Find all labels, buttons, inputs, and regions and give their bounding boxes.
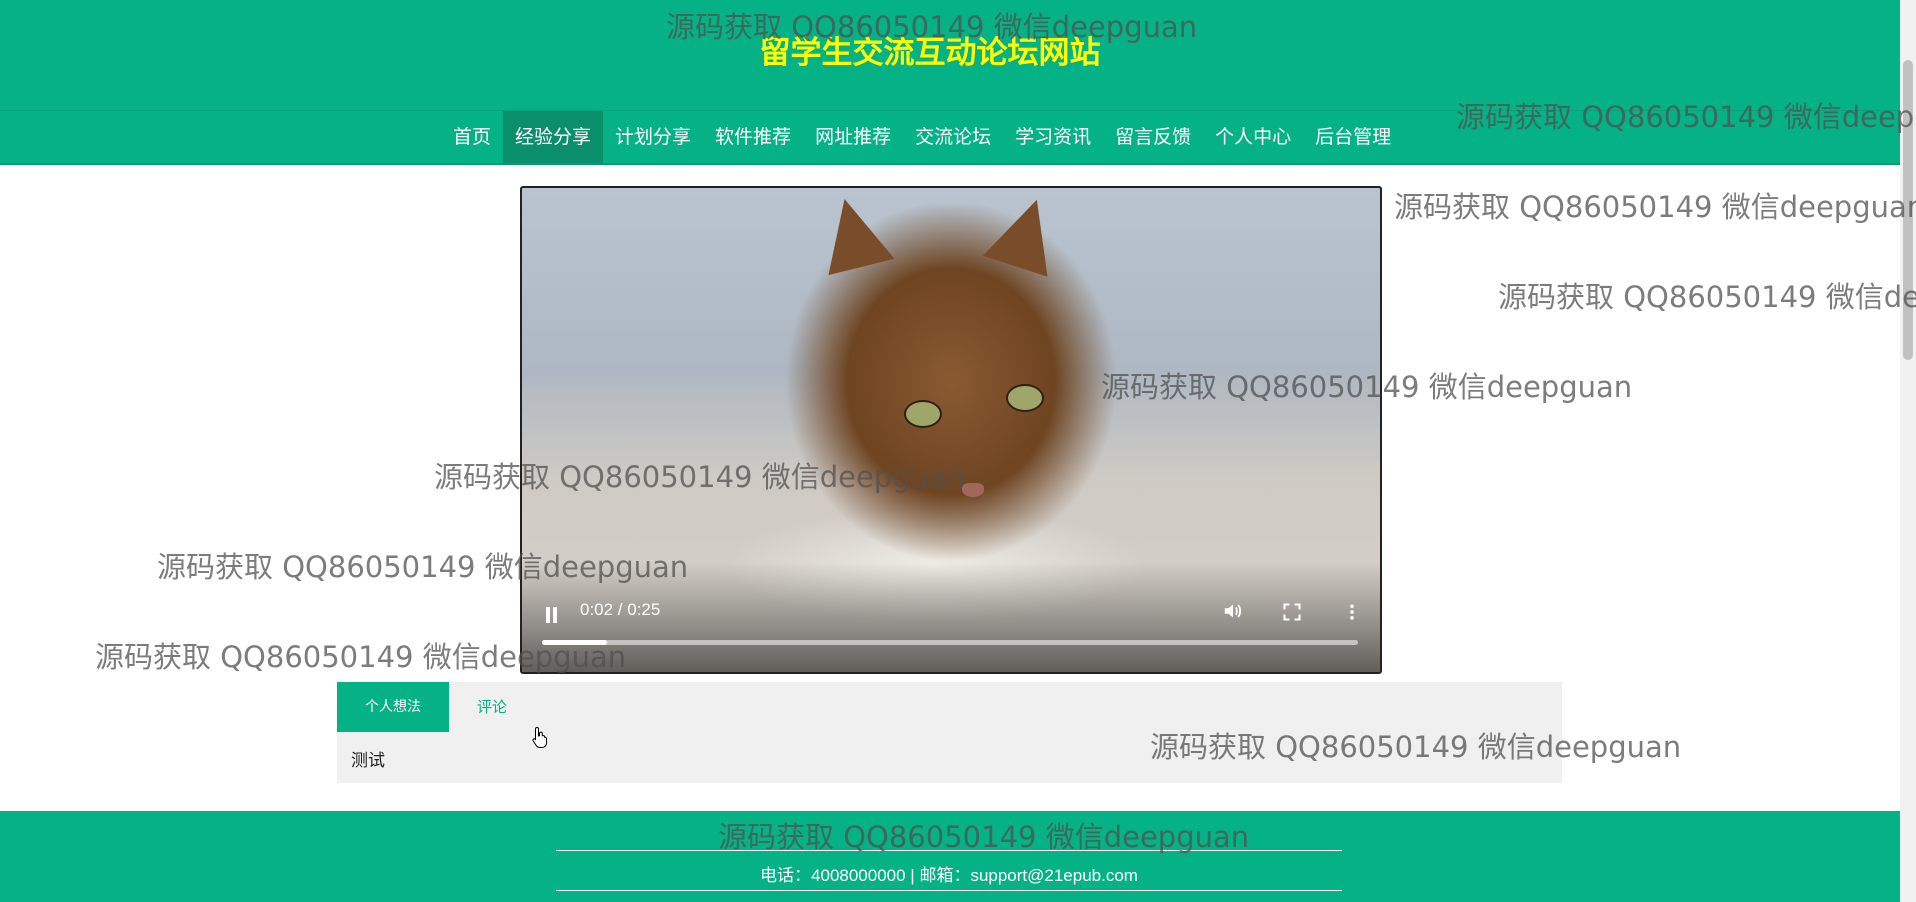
watermark: 源码获取 QQ86050149 微信deepguan (1394, 190, 1916, 224)
volume-icon[interactable] (1218, 600, 1248, 630)
scrollbar-thumb[interactable] (1903, 60, 1913, 360)
hand-cursor-icon (532, 726, 547, 748)
video-time: 0:02 / 0:25 (580, 600, 661, 619)
nav-item-forum[interactable]: 交流论坛 (903, 111, 1003, 163)
tab-bar: 个人想法 评论 (337, 682, 535, 732)
cat-nose (962, 483, 984, 497)
nav-item-home[interactable]: 首页 (441, 111, 503, 163)
nav-item-plan-share[interactable]: 计划分享 (603, 111, 703, 163)
cat-ear-right (982, 189, 1070, 277)
footer-divider-top (556, 850, 1342, 851)
cat-eye-right (1006, 384, 1044, 412)
video-progress-bar[interactable] (542, 640, 1358, 645)
nav-item-feedback[interactable]: 留言反馈 (1103, 111, 1203, 163)
tab-content-text: 测试 (351, 751, 385, 771)
tab-personal-thoughts[interactable]: 个人想法 (337, 682, 449, 732)
site-footer: 电话：4008000000 | 邮箱：support@21epub.com (0, 811, 1900, 902)
nav-item-website-recommend[interactable]: 网址推荐 (803, 111, 903, 163)
footer-contact: 电话：4008000000 | 邮箱：support@21epub.com (760, 866, 1138, 885)
page-scrollbar[interactable] (1900, 0, 1916, 902)
main-nav: 首页 经验分享 计划分享 软件推荐 网址推荐 交流论坛 学习资讯 留言反馈 个人… (0, 110, 1900, 165)
nav-item-software-recommend[interactable]: 软件推荐 (703, 111, 803, 163)
tab-comments[interactable]: 评论 (449, 682, 535, 732)
fullscreen-icon[interactable] (1277, 600, 1307, 630)
more-options-icon[interactable] (1337, 600, 1367, 630)
detail-tabs: 个人想法 评论 测试 (337, 682, 1562, 783)
site-title: 留学生交流互动论坛网站 (759, 35, 1101, 71)
cat-ear-left (811, 190, 895, 276)
nav-item-study-news[interactable]: 学习资讯 (1003, 111, 1103, 163)
site-header: 留学生交流互动论坛网站 (0, 0, 1900, 110)
cat-eye-left (904, 400, 942, 428)
nav-items: 首页 经验分享 计划分享 软件推荐 网址推荐 交流论坛 学习资讯 留言反馈 个人… (441, 111, 1403, 163)
nav-item-admin[interactable]: 后台管理 (1303, 111, 1403, 163)
pause-icon[interactable] (540, 602, 564, 628)
nav-item-user-center[interactable]: 个人中心 (1203, 111, 1303, 163)
video-progress-fill (542, 640, 608, 645)
nav-item-experience-share[interactable]: 经验分享 (503, 111, 604, 163)
video-player[interactable]: 0:02 / 0:25 (520, 186, 1382, 674)
footer-divider-bottom (556, 890, 1342, 891)
watermark: 源码获取 QQ86050149 微信deepguan (1498, 280, 1916, 314)
